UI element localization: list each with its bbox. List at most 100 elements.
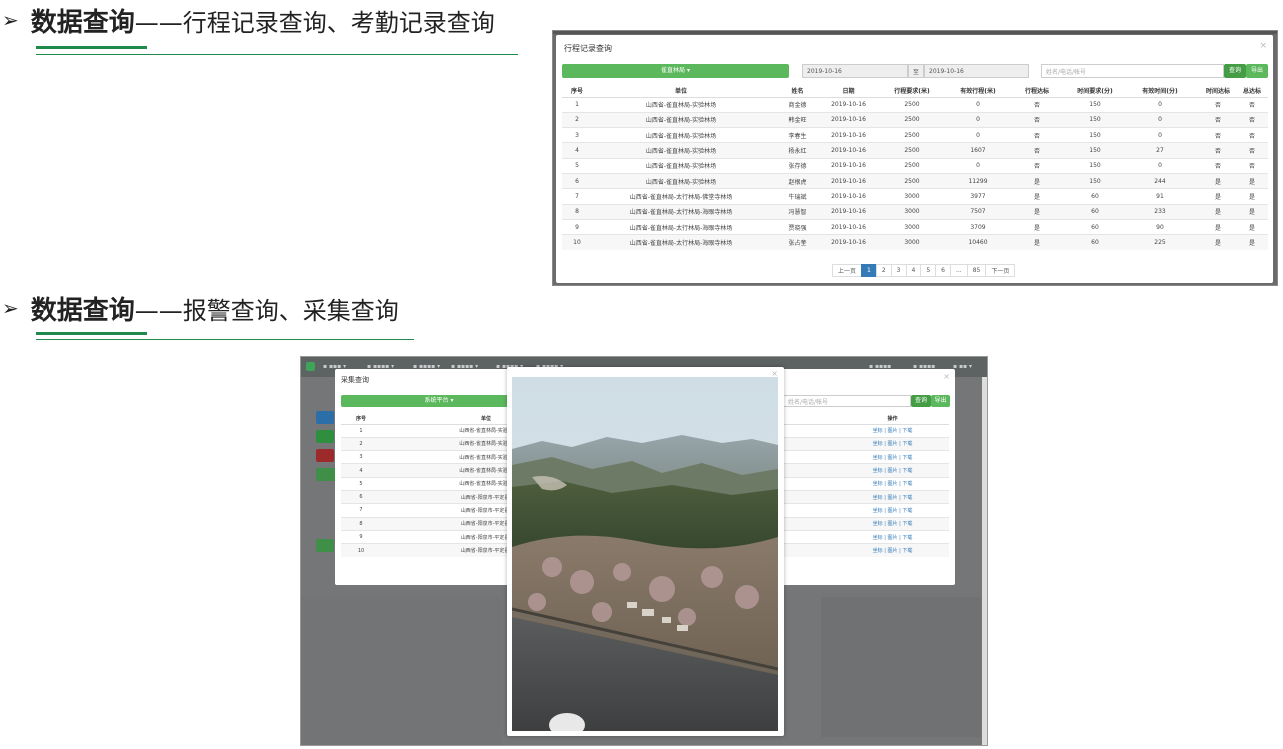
- table-cell: 山西省-雀直林局-实验林场: [592, 111, 770, 128]
- table-cell: 10: [562, 234, 592, 250]
- table-cell: 否: [1004, 142, 1070, 159]
- action-links[interactable]: 坐标 | 图片 | 下载: [836, 463, 949, 478]
- page-link[interactable]: 6: [935, 264, 951, 277]
- table-row: 2 山西省-雀直林局-实验林场 韩金旺 2019-10-16 2500 0 否 150 0 否否: [562, 111, 1268, 128]
- table-cell: 0: [1120, 96, 1200, 113]
- close-icon[interactable]: ×: [1259, 41, 1267, 51]
- table-cell: 是: [1236, 218, 1268, 235]
- table-cell: 1: [341, 423, 381, 438]
- action-links[interactable]: 坐标 | 图片 | 下载: [836, 436, 949, 451]
- table-cell: 山西省-雀直林局-太行林局-海眼寺林场: [592, 203, 770, 220]
- table-cell: 2019-10-16: [825, 172, 872, 189]
- table-cell: 2500: [872, 111, 952, 128]
- action-links[interactable]: 坐标 | 图片 | 下载: [836, 423, 949, 438]
- nav-item[interactable]: ▪ ▪▪ ▾: [953, 363, 972, 370]
- table-cell: 5: [562, 157, 592, 174]
- page-link[interactable]: 2: [875, 264, 892, 277]
- table-cell: 是: [1004, 188, 1070, 205]
- table-cell: 1: [562, 96, 592, 113]
- org-select-button[interactable]: 雀直林局 ▾: [562, 64, 789, 78]
- section1-title-light: ——行程记录查询、考勤记录查询: [134, 8, 495, 37]
- table-cell: 否: [1200, 127, 1236, 143]
- table-cell: 225: [1120, 234, 1200, 250]
- table-cell: 0: [952, 111, 1004, 128]
- page-link[interactable]: 4: [905, 264, 922, 277]
- action-links[interactable]: 坐标 | 图片 | 下载: [836, 450, 949, 464]
- table-cell: 90: [1120, 218, 1200, 235]
- table-cell: 2019-10-16: [825, 234, 872, 250]
- table-cell: 2500: [872, 127, 952, 143]
- table-cell: 否: [1236, 96, 1268, 113]
- modal-title: 采集查询: [341, 376, 369, 384]
- bg-control: [316, 411, 334, 424]
- table-cell: 10460: [952, 234, 1004, 250]
- action-links[interactable]: 坐标 | 图片 | 下载: [836, 529, 949, 544]
- table-row: 3 山西省-雀直林局-实验林场 李春生 2019-10-16 2500 0 否 150 0 否否: [562, 127, 1268, 143]
- page-link[interactable]: ...: [949, 264, 968, 277]
- search-input[interactable]: 姓名/电话/帐号: [783, 395, 911, 407]
- page-link[interactable]: 5: [920, 264, 937, 277]
- photo-preview-modal: ×: [507, 367, 784, 736]
- table-cell: 山西省-雀直林局-太行林局-海眼寺林场: [592, 218, 770, 235]
- table-cell: 否: [1004, 111, 1070, 128]
- page-link[interactable]: 85: [966, 264, 987, 277]
- table-cell: 60: [1070, 203, 1120, 220]
- search-input[interactable]: 姓名/电话/帐号: [1041, 64, 1224, 78]
- query-button[interactable]: 查询: [911, 395, 931, 407]
- column-header: 姓名: [770, 84, 825, 98]
- query-button[interactable]: 查询: [1224, 64, 1246, 78]
- page-link[interactable]: 1: [861, 264, 877, 277]
- page-scrollbar[interactable]: [982, 377, 987, 745]
- table-cell: 150: [1070, 111, 1120, 128]
- section1-accent: [36, 46, 147, 49]
- date-to-input[interactable]: 2019-10-16: [924, 64, 1029, 78]
- date-from-input[interactable]: 2019-10-16: [802, 64, 908, 78]
- table-cell: 1607: [952, 142, 1004, 159]
- export-button[interactable]: 导出: [1246, 64, 1268, 78]
- export-button[interactable]: 导出: [931, 395, 950, 407]
- table-cell: 2019-10-16: [825, 157, 872, 174]
- page-link[interactable]: 上一页: [832, 264, 863, 277]
- table-cell: 是: [1004, 234, 1070, 250]
- action-links[interactable]: 坐标 | 图片 | 下载: [836, 543, 949, 557]
- column-header: 时间达标: [1200, 84, 1236, 98]
- bg-control: [316, 449, 334, 462]
- table-cell: 否: [1200, 96, 1236, 113]
- table-cell: 2500: [872, 172, 952, 189]
- action-links[interactable]: 坐标 | 图片 | 下载: [836, 516, 949, 531]
- table-cell: 3000: [872, 218, 952, 235]
- action-links[interactable]: 坐标 | 图片 | 下载: [836, 489, 949, 504]
- table-row: 1 山西省-雀直林局-实验林场 商金德 2019-10-16 2500 0 否 150 0 否否: [562, 96, 1268, 113]
- table-cell: 2019-10-16: [825, 127, 872, 143]
- table-cell: 60: [1070, 218, 1120, 235]
- table-cell: 山西省-雀直林局-太行林局-海眼寺林场: [592, 234, 770, 250]
- table-row: 8 山西省-雀直林局-太行林局-海眼寺林场 冯慧智 2019-10-16 3000 750…: [562, 203, 1268, 220]
- table-cell: 山西省-雀直林局-太行林局-佛堂寺林场: [592, 188, 770, 205]
- table-cell: 8: [562, 203, 592, 220]
- table-cell: 否: [1236, 127, 1268, 143]
- table-cell: 是: [1200, 188, 1236, 205]
- table-cell: 3: [562, 127, 592, 143]
- table-cell: 10: [341, 543, 381, 557]
- table-cell: 商金德: [770, 96, 825, 113]
- table-cell: 否: [1004, 157, 1070, 174]
- page-link[interactable]: 3: [890, 264, 907, 277]
- action-links[interactable]: 坐标 | 图片 | 下载: [836, 476, 949, 491]
- section1-rule: [36, 54, 518, 55]
- table-cell: 2: [562, 111, 592, 128]
- section2-title-light: ——报警查询、采集查询: [134, 296, 399, 325]
- trip-screenshot: 行程记录查询 × 雀直林局 ▾ 2019-10-16 至 2019-10-16 …: [552, 30, 1278, 286]
- action-links[interactable]: 坐标 | 图片 | 下载: [836, 503, 949, 518]
- table-cell: 0: [952, 127, 1004, 143]
- table-cell: 否: [1004, 127, 1070, 143]
- section2-title-bold: 数据查询: [30, 295, 135, 326]
- table-cell: 150: [1070, 96, 1120, 113]
- table-cell: 否: [1200, 157, 1236, 174]
- table-cell: 9: [562, 218, 592, 235]
- table-cell: 张存德: [770, 157, 825, 174]
- bullet-arrow-icon: ➢: [2, 8, 19, 32]
- bg-control: [316, 430, 334, 443]
- table-cell: 山西省-雀直林局-实验林场: [592, 142, 770, 159]
- close-icon[interactable]: ×: [943, 372, 950, 381]
- page-link[interactable]: 下一页: [985, 264, 1016, 277]
